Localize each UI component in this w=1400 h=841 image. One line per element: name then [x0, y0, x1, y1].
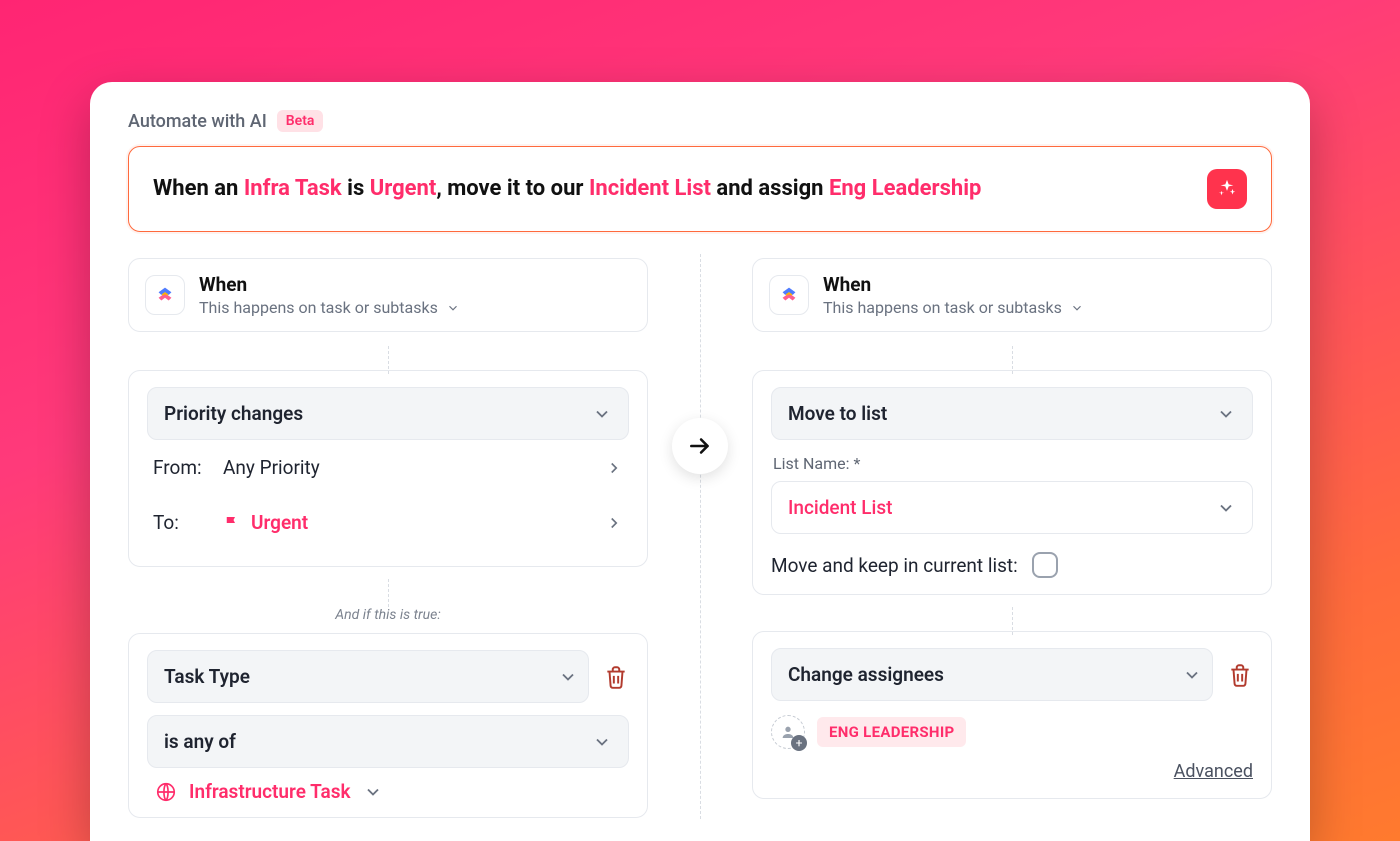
beta-badge: Beta	[277, 110, 324, 132]
action-type-select[interactable]: Move to list	[771, 387, 1253, 440]
sparkle-icon	[1216, 178, 1238, 200]
keep-in-list-label: Move and keep in current list:	[771, 554, 1018, 577]
when-title: When	[199, 273, 460, 296]
chevron-down-icon	[446, 301, 460, 315]
chevron-down-icon	[1216, 498, 1236, 518]
clickup-logo-icon	[769, 275, 809, 315]
move-to-list-section: Move to list List Name: * Incident List …	[752, 370, 1272, 595]
trigger-type-select[interactable]: Priority changes	[147, 387, 629, 440]
connector-line	[128, 346, 648, 374]
ai-prompt-input[interactable]: When an Infra Task is Urgent, move it to…	[128, 146, 1272, 232]
ai-generate-button[interactable]	[1207, 169, 1247, 209]
chevron-down-icon	[1070, 301, 1084, 315]
condition-value-select[interactable]: Infrastructure Task	[147, 768, 629, 807]
connector-line	[752, 346, 1272, 374]
chevron-down-icon	[592, 732, 612, 752]
chevron-down-icon	[1182, 665, 1202, 685]
condition-note: And if this is true:	[128, 607, 648, 623]
when-card: When This happens on task or subtasks	[752, 258, 1272, 332]
column-divider	[700, 254, 701, 819]
when-title: When	[823, 273, 1084, 296]
header: Automate with AI Beta	[128, 110, 1272, 132]
trigger-column: When This happens on task or subtasks Pr…	[128, 258, 648, 836]
chevron-down-icon	[558, 667, 578, 687]
chevron-right-icon	[605, 514, 623, 532]
condition-section: Task Type is any of Infrastructure Task	[128, 633, 648, 818]
trash-icon[interactable]	[603, 664, 629, 690]
header-title: Automate with AI	[128, 111, 267, 132]
trash-icon[interactable]	[1227, 662, 1253, 688]
action-column: When This happens on task or subtasks Mo…	[752, 258, 1272, 817]
keep-in-list-checkbox[interactable]	[1032, 552, 1058, 578]
add-assignee-button[interactable]: +	[771, 715, 805, 749]
clickup-logo-icon	[145, 275, 185, 315]
arrow-right-icon	[687, 433, 713, 459]
advanced-link[interactable]: Advanced	[1174, 761, 1253, 782]
list-name-select[interactable]: Incident List	[771, 481, 1253, 534]
trigger-section: Priority changes From: Any Priority To: …	[128, 370, 648, 567]
chevron-down-icon	[1216, 404, 1236, 424]
automation-panel: Automate with AI Beta When an Infra Task…	[90, 82, 1310, 841]
when-card: When This happens on task or subtasks	[128, 258, 648, 332]
action-type-select[interactable]: Change assignees	[771, 648, 1213, 701]
globe-icon	[155, 781, 177, 803]
when-scope-dropdown[interactable]: This happens on task or subtasks	[823, 298, 1084, 317]
connector-line	[752, 607, 1272, 635]
connector-line	[128, 579, 648, 607]
chevron-right-icon	[605, 459, 623, 477]
assignee-chip[interactable]: ENG LEADERSHIP	[817, 717, 966, 747]
condition-operator-select[interactable]: is any of	[147, 715, 629, 768]
chevron-down-icon	[592, 404, 612, 424]
plus-icon: +	[791, 735, 807, 751]
priority-from-row[interactable]: From: Any Priority	[147, 440, 629, 495]
priority-to-row[interactable]: To: Urgent	[147, 495, 629, 550]
chevron-down-icon	[363, 782, 383, 802]
when-scope-dropdown[interactable]: This happens on task or subtasks	[199, 298, 460, 317]
change-assignees-section: Change assignees + ENG LEADERSHIP Advanc…	[752, 631, 1272, 799]
flow-arrow	[672, 418, 728, 474]
flag-icon	[223, 514, 241, 532]
condition-field-select[interactable]: Task Type	[147, 650, 589, 703]
list-name-label: List Name: *	[773, 454, 1251, 473]
ai-prompt-text: When an Infra Task is Urgent, move it to…	[153, 174, 981, 204]
